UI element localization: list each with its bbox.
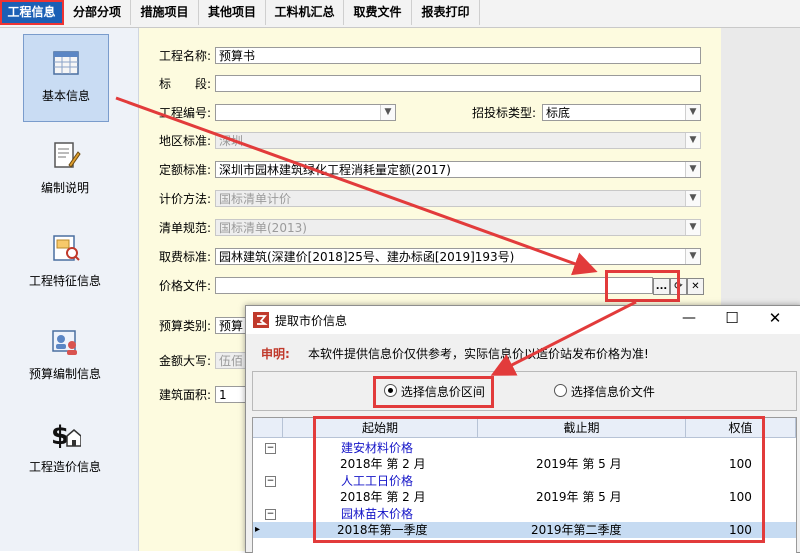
tab-measures[interactable]: 措施项目 bbox=[131, 0, 199, 25]
chevron-down-icon: ▼ bbox=[685, 191, 700, 206]
quota-value: 深圳市园林建筑绿化工程消耗量定额(2017) bbox=[219, 163, 451, 177]
sidebar-item-cost-info[interactable]: $ 工程造价信息 bbox=[23, 406, 107, 492]
sidebar-item-label: 预算编制信息 bbox=[28, 367, 101, 381]
annotation-box bbox=[373, 376, 494, 408]
app-logo-icon bbox=[253, 312, 269, 328]
annotation-box bbox=[313, 416, 765, 543]
close-icon[interactable]: ✕ bbox=[687, 278, 704, 295]
notice-text: 本软件提供信息价仅供参考，实际信息价以造价站发布价格为准! bbox=[308, 347, 649, 361]
fee-standard-value: 园林建筑(深建价[2018]25号、建办标函[2019]193号) bbox=[219, 250, 515, 264]
project-code-select[interactable]: ▼ bbox=[215, 104, 396, 121]
pricing-method-label: 计价方法: bbox=[159, 192, 212, 206]
price-file-input[interactable] bbox=[215, 277, 653, 294]
close-button[interactable]: ✕ bbox=[764, 308, 786, 330]
bid-section-input[interactable] bbox=[215, 75, 701, 92]
sidebar-item-basic-info[interactable]: 基本信息 bbox=[23, 34, 109, 122]
option-group bbox=[252, 371, 797, 411]
project-code-label: 工程编号: bbox=[159, 106, 212, 120]
chevron-down-icon: ▼ bbox=[685, 249, 700, 264]
region-value: 深圳 bbox=[219, 134, 244, 148]
chevron-down-icon: ▼ bbox=[685, 133, 700, 148]
collapse-icon[interactable]: − bbox=[265, 476, 276, 487]
sidebar-item-compile-notes[interactable]: 编制说明 bbox=[23, 127, 107, 213]
sidebar-item-label: 基本信息 bbox=[41, 89, 90, 103]
fee-standard-select[interactable]: 园林建筑(深建价[2018]25号、建办标函[2019]193号) ▼ bbox=[215, 248, 701, 265]
building-area-label: 建筑面积: bbox=[159, 388, 212, 402]
user-group-icon bbox=[52, 330, 77, 355]
sidebar-item-label: 工程造价信息 bbox=[28, 460, 101, 474]
tab-sub-items[interactable]: 分部分项 bbox=[64, 0, 131, 25]
row-pointer-icon: ▸ bbox=[255, 524, 261, 535]
bid-type-label: 招投标类型: bbox=[472, 106, 537, 120]
project-name-label: 工程名称: bbox=[159, 49, 212, 63]
grid-corner bbox=[253, 418, 283, 438]
fee-standard-label: 取费标准: bbox=[159, 250, 212, 264]
price-file-label: 价格文件: bbox=[159, 279, 212, 293]
region-label: 地区标准: bbox=[159, 134, 212, 148]
quota-select[interactable]: 深圳市园林建筑绿化工程消耗量定额(2017) ▼ bbox=[215, 161, 701, 178]
bid-type-value: 标底 bbox=[546, 106, 571, 120]
notice-label: 申明: bbox=[261, 347, 290, 361]
sidebar: 基本信息 编制说明 工程特征信息 预算编制信息 $ 工程造价信息 bbox=[0, 28, 139, 551]
radio-unchecked-icon bbox=[554, 384, 567, 397]
dialog-title: 提取市价信息 bbox=[275, 314, 348, 328]
pricing-method-value: 国标清单计价 bbox=[219, 192, 292, 206]
sidebar-item-label: 编制说明 bbox=[40, 181, 89, 195]
feature-doc-icon bbox=[53, 235, 80, 261]
tab-other-items[interactable]: 其他项目 bbox=[199, 0, 266, 25]
chevron-down-icon: ▼ bbox=[685, 162, 700, 177]
sidebar-item-label: 工程特征信息 bbox=[28, 274, 101, 288]
chevron-down-icon: ▼ bbox=[685, 105, 700, 120]
tab-report-print[interactable]: 报表打印 bbox=[412, 0, 480, 25]
quota-label: 定额标准: bbox=[159, 163, 212, 177]
bill-spec-label: 清单规范: bbox=[159, 221, 212, 235]
spreadsheet-icon bbox=[53, 51, 79, 75]
dialog-titlebar: 提取市价信息 — ☐ ✕ bbox=[246, 306, 800, 334]
radio-label: 选择信息价文件 bbox=[570, 385, 655, 399]
bid-section-label: 标 段: bbox=[159, 77, 212, 91]
bill-spec-value: 国标清单(2013) bbox=[219, 221, 307, 235]
budget-type-label: 预算类别: bbox=[159, 319, 212, 333]
radio-select-file[interactable]: 选择信息价文件 bbox=[554, 383, 655, 400]
amount-upper-label: 金额大写: bbox=[159, 354, 212, 368]
collapse-icon[interactable]: − bbox=[265, 509, 276, 520]
sidebar-item-budget-compile-info[interactable]: 预算编制信息 bbox=[23, 313, 107, 399]
tab-labor-material-summary[interactable]: 工料机汇总 bbox=[266, 0, 344, 25]
chevron-down-icon: ▼ bbox=[380, 105, 395, 120]
sidebar-item-feature-info[interactable]: 工程特征信息 bbox=[23, 220, 107, 306]
tab-fee-file[interactable]: 取费文件 bbox=[344, 0, 412, 25]
pricing-method-select: 国标清单计价 ▼ bbox=[215, 190, 701, 207]
region-select: 深圳 ▼ bbox=[215, 132, 701, 149]
main-tab-bar: 工程信息 分部分项 措施项目 其他项目 工料机汇总 取费文件 报表打印 bbox=[0, 0, 800, 28]
dollar-house-icon: $ bbox=[51, 421, 81, 450]
project-name-input[interactable]: 预算书 bbox=[215, 47, 701, 64]
edit-document-icon bbox=[54, 142, 81, 168]
tab-project-info[interactable]: 工程信息 bbox=[0, 0, 64, 25]
chevron-down-icon: ▼ bbox=[685, 220, 700, 235]
collapse-icon[interactable]: − bbox=[265, 443, 276, 454]
bill-spec-select: 国标清单(2013) ▼ bbox=[215, 219, 701, 236]
annotation-box bbox=[605, 270, 680, 302]
minimize-button[interactable]: — bbox=[678, 308, 700, 330]
bid-type-select[interactable]: 标底 ▼ bbox=[542, 104, 701, 121]
maximize-button[interactable]: ☐ bbox=[721, 308, 743, 330]
